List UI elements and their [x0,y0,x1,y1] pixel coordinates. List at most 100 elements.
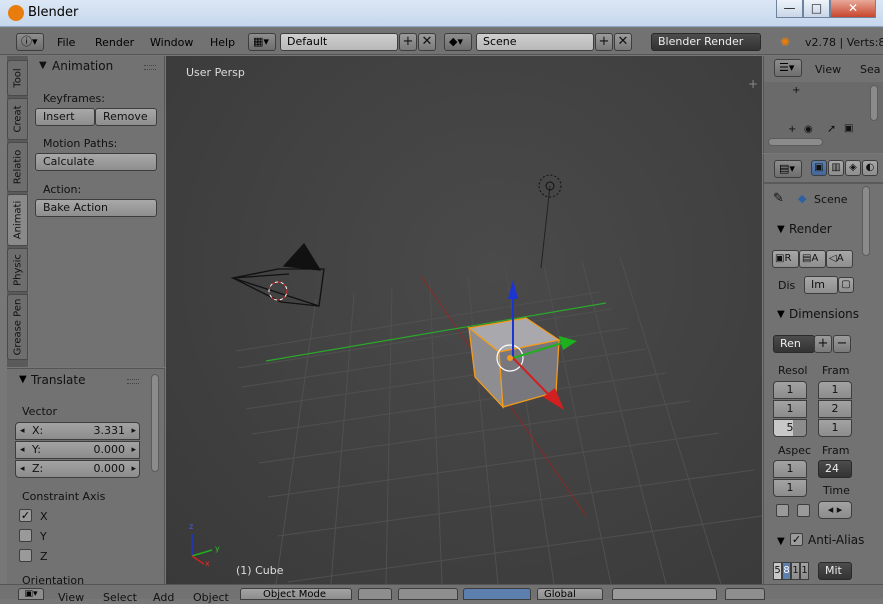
resolution-x-field[interactable]: 1 [773,381,807,399]
crop-checkbox[interactable] [797,504,810,517]
render-image-button[interactable]: ▣R [772,250,799,268]
tab-physics[interactable]: Physic [7,248,28,292]
menu-add[interactable]: Add [153,591,174,604]
remove-preset-button[interactable]: − [833,335,851,353]
bake-action-button[interactable]: Bake Action [35,199,157,217]
aa-filter-select[interactable]: Mit [818,562,852,580]
close-button[interactable]: ✕ [830,0,876,18]
frame-range-label: Fram [822,364,850,377]
lock-camera-buttons[interactable] [725,588,765,600]
outliner: ☰▾ View Sea + + ◉ ➚ ▣ [763,56,883,153]
world-tab-icon[interactable]: ◐ [862,160,878,176]
transform-orientation-select[interactable]: Global [537,588,603,600]
screen-layout-field[interactable]: Default [280,33,398,51]
operator-scrollbar[interactable] [151,374,159,472]
outliner-view-menu[interactable]: View [815,63,841,76]
render-layers-tab-icon[interactable]: ▥ [828,160,844,176]
manipulator-buttons[interactable] [463,588,531,600]
lock-interface-icon[interactable]: ▢ [838,277,854,293]
menu-file[interactable]: File [57,36,75,49]
menu-select[interactable]: Select [103,591,137,604]
frame-step-field[interactable]: 1 [818,419,852,437]
vector-x-field[interactable]: ◂ X: 3.331 ▸ [15,422,140,440]
screen-layout-icon[interactable]: ▦▾ [248,33,276,51]
time-remap-field[interactable]: ◂ ▸ [818,501,852,519]
select-arrow-icon[interactable]: ➚ [827,122,836,135]
outliner-editor-type-button[interactable]: ☰▾ [774,59,802,77]
frame-end-field[interactable]: 2 [818,400,852,418]
collapse-arrow-icon[interactable]: ▼ [777,536,785,547]
constraint-x-checkbox[interactable]: ✓ [19,509,32,522]
aa-samples-11[interactable]: 1 [791,562,800,580]
properties-scrollbar[interactable] [862,186,870,256]
menu-window[interactable]: Window [150,36,193,49]
properties-editor-type-button[interactable]: ▤▾ [774,160,802,178]
scene-icon[interactable]: ◆▾ [444,33,472,51]
layers-grid[interactable] [612,588,717,600]
visibility-eye-icon[interactable]: ◉ [804,124,813,135]
aa-samples-16[interactable]: 1 [800,562,809,580]
render-camera-icon[interactable]: ▣ [844,123,853,134]
menu-object[interactable]: Object [193,591,229,604]
aspect-x-field[interactable]: 1 [773,460,807,478]
vector-y-field[interactable]: ◂ Y: 0.000 ▸ [15,441,140,459]
expand-plus-icon[interactable]: + [792,85,800,96]
add-preset-button[interactable]: + [814,335,832,353]
scene-field[interactable]: Scene [476,33,594,51]
border-checkbox[interactable] [776,504,789,517]
tab-tool[interactable]: Tool [7,60,28,96]
vector-z-field[interactable]: ◂ Z: 0.000 ▸ [15,460,140,478]
panel-grip-icon[interactable] [127,379,139,384]
outliner-scrollbar-v[interactable] [870,85,878,121]
collapse-arrow-icon[interactable]: ▼ [19,374,27,385]
keyframes-label: Keyframes: [43,92,105,105]
outliner-search-menu[interactable]: Sea [860,63,881,76]
resolution-percentage-field[interactable]: 5 [773,419,807,437]
minimize-button[interactable]: — [776,0,803,18]
expand-plus-icon[interactable]: + [788,124,796,135]
viewport-shading-select[interactable] [358,588,392,600]
add-scene-button[interactable]: + [595,33,613,51]
maximize-button[interactable]: □ [803,0,830,18]
mode-select[interactable]: Object Mode [240,588,352,600]
pivot-snap-group[interactable] [398,588,458,600]
aa-samples-8[interactable]: 8 [782,562,791,580]
collapse-arrow-icon[interactable]: ▼ [777,309,785,320]
panel-grip-icon[interactable] [144,65,156,70]
tab-relations[interactable]: Relatio [7,142,28,192]
menu-help[interactable]: Help [210,36,235,49]
editor-type-3d-button[interactable]: ▣▾ [18,588,44,600]
scene-tab-icon[interactable]: ◈ [845,160,861,176]
resolution-y-field[interactable]: 1 [773,400,807,418]
delete-scene-button[interactable]: ✕ [614,33,632,51]
render-engine-select[interactable]: Blender Render [651,33,761,51]
frame-start-field[interactable]: 1 [818,381,852,399]
remove-keyframe-button[interactable]: Remove [95,108,157,126]
menu-view[interactable]: View [58,591,84,604]
tab-grease-pencil[interactable]: Grease Pen [7,294,28,360]
render-tab-camera-icon[interactable]: ▣ [811,160,827,176]
calculate-button[interactable]: Calculate [35,153,157,171]
render-animation-button[interactable]: ▤A [799,250,826,268]
anti-alias-checkbox[interactable]: ✓ [790,533,803,546]
tab-create[interactable]: Creat [7,98,28,140]
aa-samples-5[interactable]: 5 [773,562,782,580]
render-presets-select[interactable]: Ren [773,335,815,353]
insert-keyframe-button[interactable]: Insert [35,108,95,126]
delete-screen-button[interactable]: ✕ [418,33,436,51]
aspect-y-field[interactable]: 1 [773,479,807,497]
outliner-scrollbar-h[interactable] [768,138,823,146]
menu-render[interactable]: Render [95,36,134,49]
constraint-y-checkbox[interactable] [19,529,32,542]
constraint-z-checkbox[interactable] [19,549,32,562]
tab-animation[interactable]: Animati [7,194,28,246]
render-audio-button[interactable]: ◁A [826,250,853,268]
pin-icon[interactable]: ✎ [773,191,784,206]
frame-rate-select[interactable]: 24 [818,460,852,478]
3d-viewport[interactable]: User Persp + z y x (1) Cube [166,56,762,584]
collapse-arrow-icon[interactable]: ▼ [777,224,785,235]
display-mode-select[interactable]: Im [804,276,838,294]
editor-type-info-button[interactable]: ⓘ▾ [16,33,44,51]
add-screen-button[interactable]: + [399,33,417,51]
collapse-arrow-icon[interactable]: ▼ [39,60,47,71]
